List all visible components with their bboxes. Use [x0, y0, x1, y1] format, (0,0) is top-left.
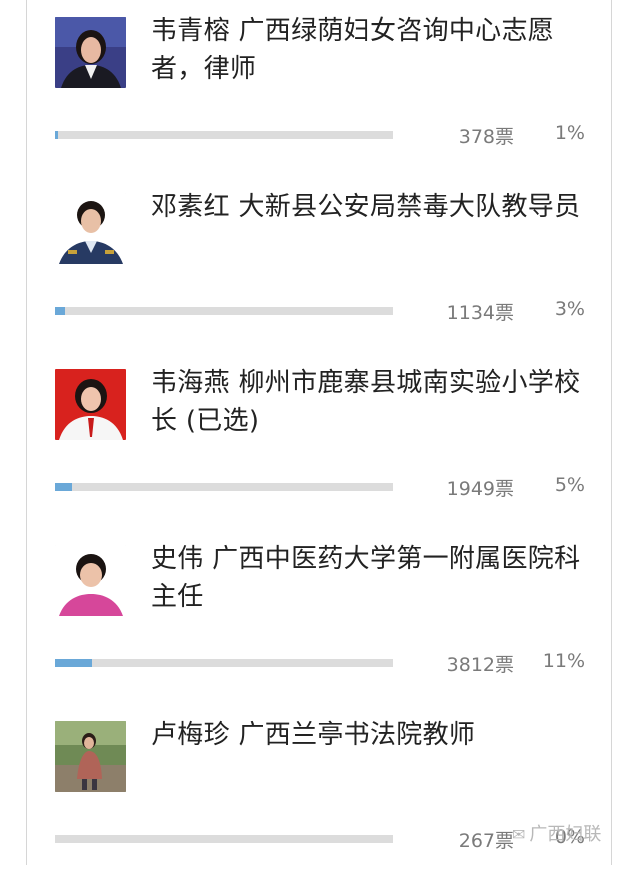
- candidate-item[interactable]: 韦海燕 柳州市鹿寨县城南实验小学校长 (已选) 1949票 5%: [0, 352, 640, 527]
- vote-count: 1949票: [446, 478, 514, 500]
- candidate-photo: [55, 721, 126, 792]
- candidate-item[interactable]: 史伟 广西中医药大学第一附属医院科主任 3812票 11%: [0, 528, 640, 703]
- watermark-text: 广西妇联: [529, 824, 602, 845]
- vote-progress-fill: [55, 659, 92, 667]
- candidate-name: 史伟 广西中医药大学第一附属医院科主任: [151, 544, 581, 612]
- vote-progress-fill: [55, 483, 72, 491]
- candidate-item[interactable]: 邓素红 大新县公安局禁毒大队教导员 1134票 3%: [0, 176, 640, 351]
- vote-percent: 5%: [554, 474, 585, 496]
- vote-progress-fill: [55, 307, 65, 315]
- vote-percent: 3%: [554, 298, 585, 320]
- candidate-item[interactable]: 韦青榕 广西绿荫妇女咨询中心志愿者，律师 378票 1%: [0, 0, 640, 175]
- vote-count: 3812票: [446, 654, 514, 676]
- candidate-photo: [55, 369, 126, 440]
- watermark: ✉ 广西妇联: [512, 820, 601, 846]
- candidate-photo: [55, 17, 126, 88]
- candidate-name: 卢梅珍 广西兰亭书法院教师: [151, 720, 476, 750]
- candidate-name: 韦海燕 柳州市鹿寨县城南实验小学校长 (已选): [151, 368, 581, 436]
- vote-count: 378票: [458, 126, 514, 148]
- vote-progress-bar: [55, 659, 393, 667]
- vote-progress-bar: [55, 307, 393, 315]
- vote-count: 1134票: [446, 302, 514, 324]
- candidate-photo: [55, 545, 126, 616]
- vote-progress-fill: [55, 131, 58, 139]
- candidate-photo: [55, 193, 126, 264]
- vote-count: 267票: [458, 830, 514, 852]
- vote-percent: 1%: [554, 122, 585, 144]
- vote-progress-bar: [55, 483, 393, 491]
- candidate-name: 邓素红 大新县公安局禁毒大队教导员: [151, 192, 581, 222]
- vote-percent: 11%: [542, 650, 585, 672]
- candidate-name: 韦青榕 广西绿荫妇女咨询中心志愿者，律师: [151, 16, 555, 84]
- wechat-icon: ✉: [512, 825, 526, 844]
- vote-progress-bar: [55, 131, 393, 139]
- vote-progress-bar: [55, 835, 393, 843]
- candidate-item[interactable]: 卢梅珍 广西兰亭书法院教师 267票 0%: [0, 704, 640, 879]
